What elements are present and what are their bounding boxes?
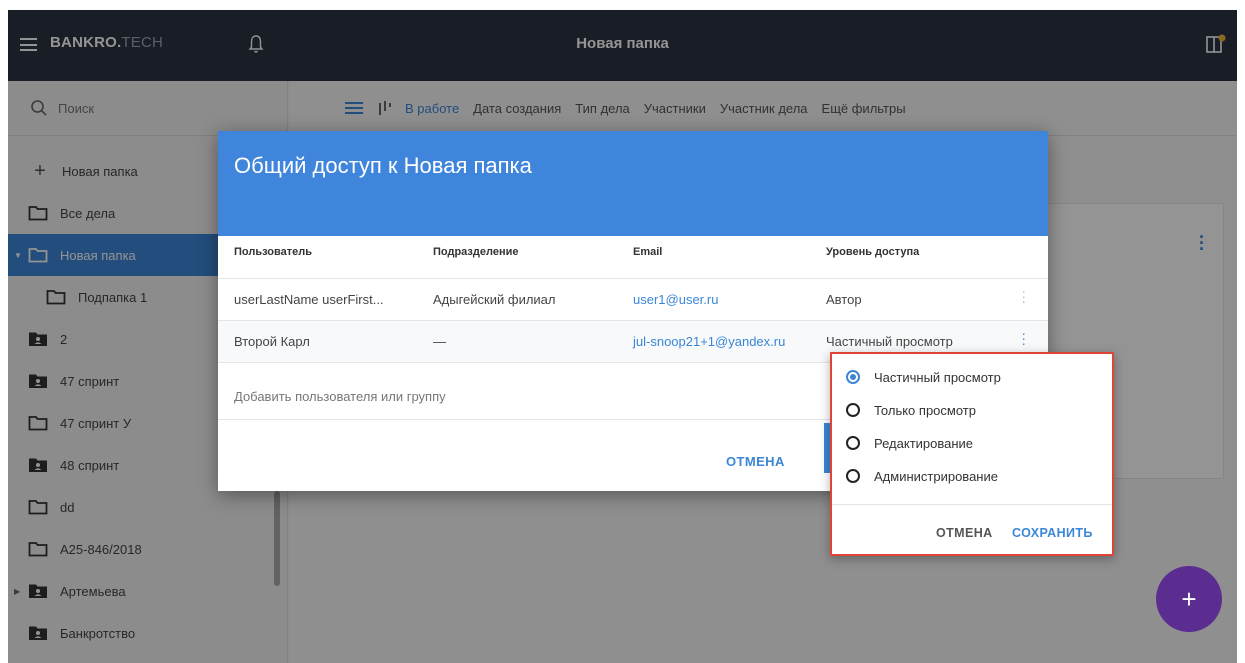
option-label: Только просмотр xyxy=(874,402,976,418)
access-option-view-only[interactable]: Только просмотр xyxy=(846,399,976,421)
access-option-edit[interactable]: Редактирование xyxy=(846,432,973,454)
radio-checked-icon[interactable] xyxy=(846,370,860,384)
dialog-title: Общий доступ к Новая папка xyxy=(218,131,1048,236)
option-label: Редактирование xyxy=(874,435,974,451)
row-email[interactable]: jul-snoop21+1@yandex.ru xyxy=(633,334,785,349)
table-row[interactable]: userLastName userFirst... Адыгейский фил… xyxy=(218,278,1048,320)
add-user-input[interactable]: Добавить пользователя или группу xyxy=(234,389,446,404)
row-user: userLastName userFirst... xyxy=(234,292,384,307)
option-label: Администрирование xyxy=(874,468,998,484)
column-header-email: Email xyxy=(633,246,663,258)
more-vert-icon[interactable]: · · · xyxy=(1021,326,1026,350)
column-header-department: Подразделение xyxy=(433,246,519,258)
column-header-access: Уровень доступа xyxy=(826,246,920,258)
column-header-user: Пользователь xyxy=(234,246,313,258)
row-access: Автор xyxy=(826,292,862,307)
row-access: Частичный просмотр xyxy=(826,334,953,349)
add-fab-button[interactable]: + xyxy=(1156,566,1222,632)
more-vert-icon[interactable]: · · · xyxy=(1021,284,1026,308)
row-user: Второй Карл xyxy=(234,334,310,349)
popup-divider xyxy=(832,504,1112,505)
popup-cancel-button[interactable]: ОТМЕНА xyxy=(936,526,993,540)
row-email[interactable]: user1@user.ru xyxy=(633,292,718,307)
popup-save-button[interactable]: СОХРАНИТЬ xyxy=(1012,526,1093,540)
radio-unchecked-icon[interactable] xyxy=(846,469,860,483)
row-department: — xyxy=(433,334,446,349)
radio-unchecked-icon[interactable] xyxy=(846,436,860,450)
access-option-partial-view[interactable]: Частичный просмотр xyxy=(846,366,1001,388)
access-option-admin[interactable]: Администрирование xyxy=(846,465,998,487)
option-label: Частичный просмотр xyxy=(874,369,1001,385)
row-department: Адыгейский филиал xyxy=(433,292,556,307)
radio-unchecked-icon[interactable] xyxy=(846,403,860,417)
cancel-button[interactable]: ОТМЕНА xyxy=(726,454,785,469)
app-window: BANKRO.TECH Новая папка Поиск + Новая па… xyxy=(8,10,1237,663)
access-level-popup: Частичный просмотр Только просмотр Редак… xyxy=(830,352,1114,556)
